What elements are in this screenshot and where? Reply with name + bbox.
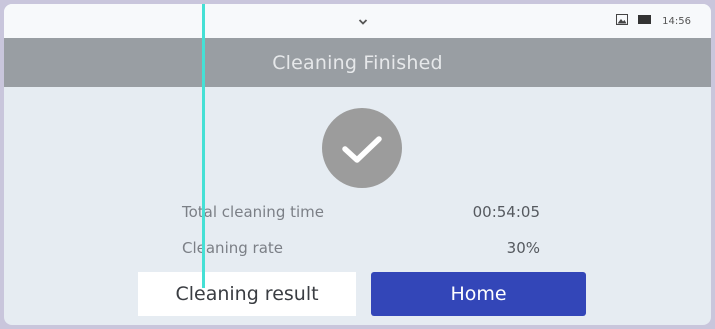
status-time: 14:56 [662, 15, 691, 27]
battery-icon [638, 15, 652, 27]
device-screen: 14:56 Cleaning Finished Total cleaning t… [4, 4, 711, 325]
chevron-down-icon[interactable] [358, 12, 368, 25]
cleaning-rate-value: 30% [506, 239, 540, 257]
cleaning-result-label: Cleaning result [175, 283, 319, 305]
check-circle-icon [322, 108, 402, 188]
header-bar: Cleaning Finished [4, 38, 711, 87]
cleaning-rate-label: Cleaning rate [182, 239, 284, 257]
image-icon [616, 14, 629, 28]
cursor-line [202, 4, 205, 288]
status-bar: 14:56 [4, 4, 711, 38]
status-indicators: 14:56 [616, 13, 691, 29]
home-button[interactable]: Home [371, 272, 586, 316]
home-label: Home [450, 283, 507, 305]
page-title: Cleaning Finished [272, 51, 443, 74]
cleaning-result-button[interactable]: Cleaning result [138, 272, 356, 316]
total-time-value: 00:54:05 [472, 203, 540, 221]
